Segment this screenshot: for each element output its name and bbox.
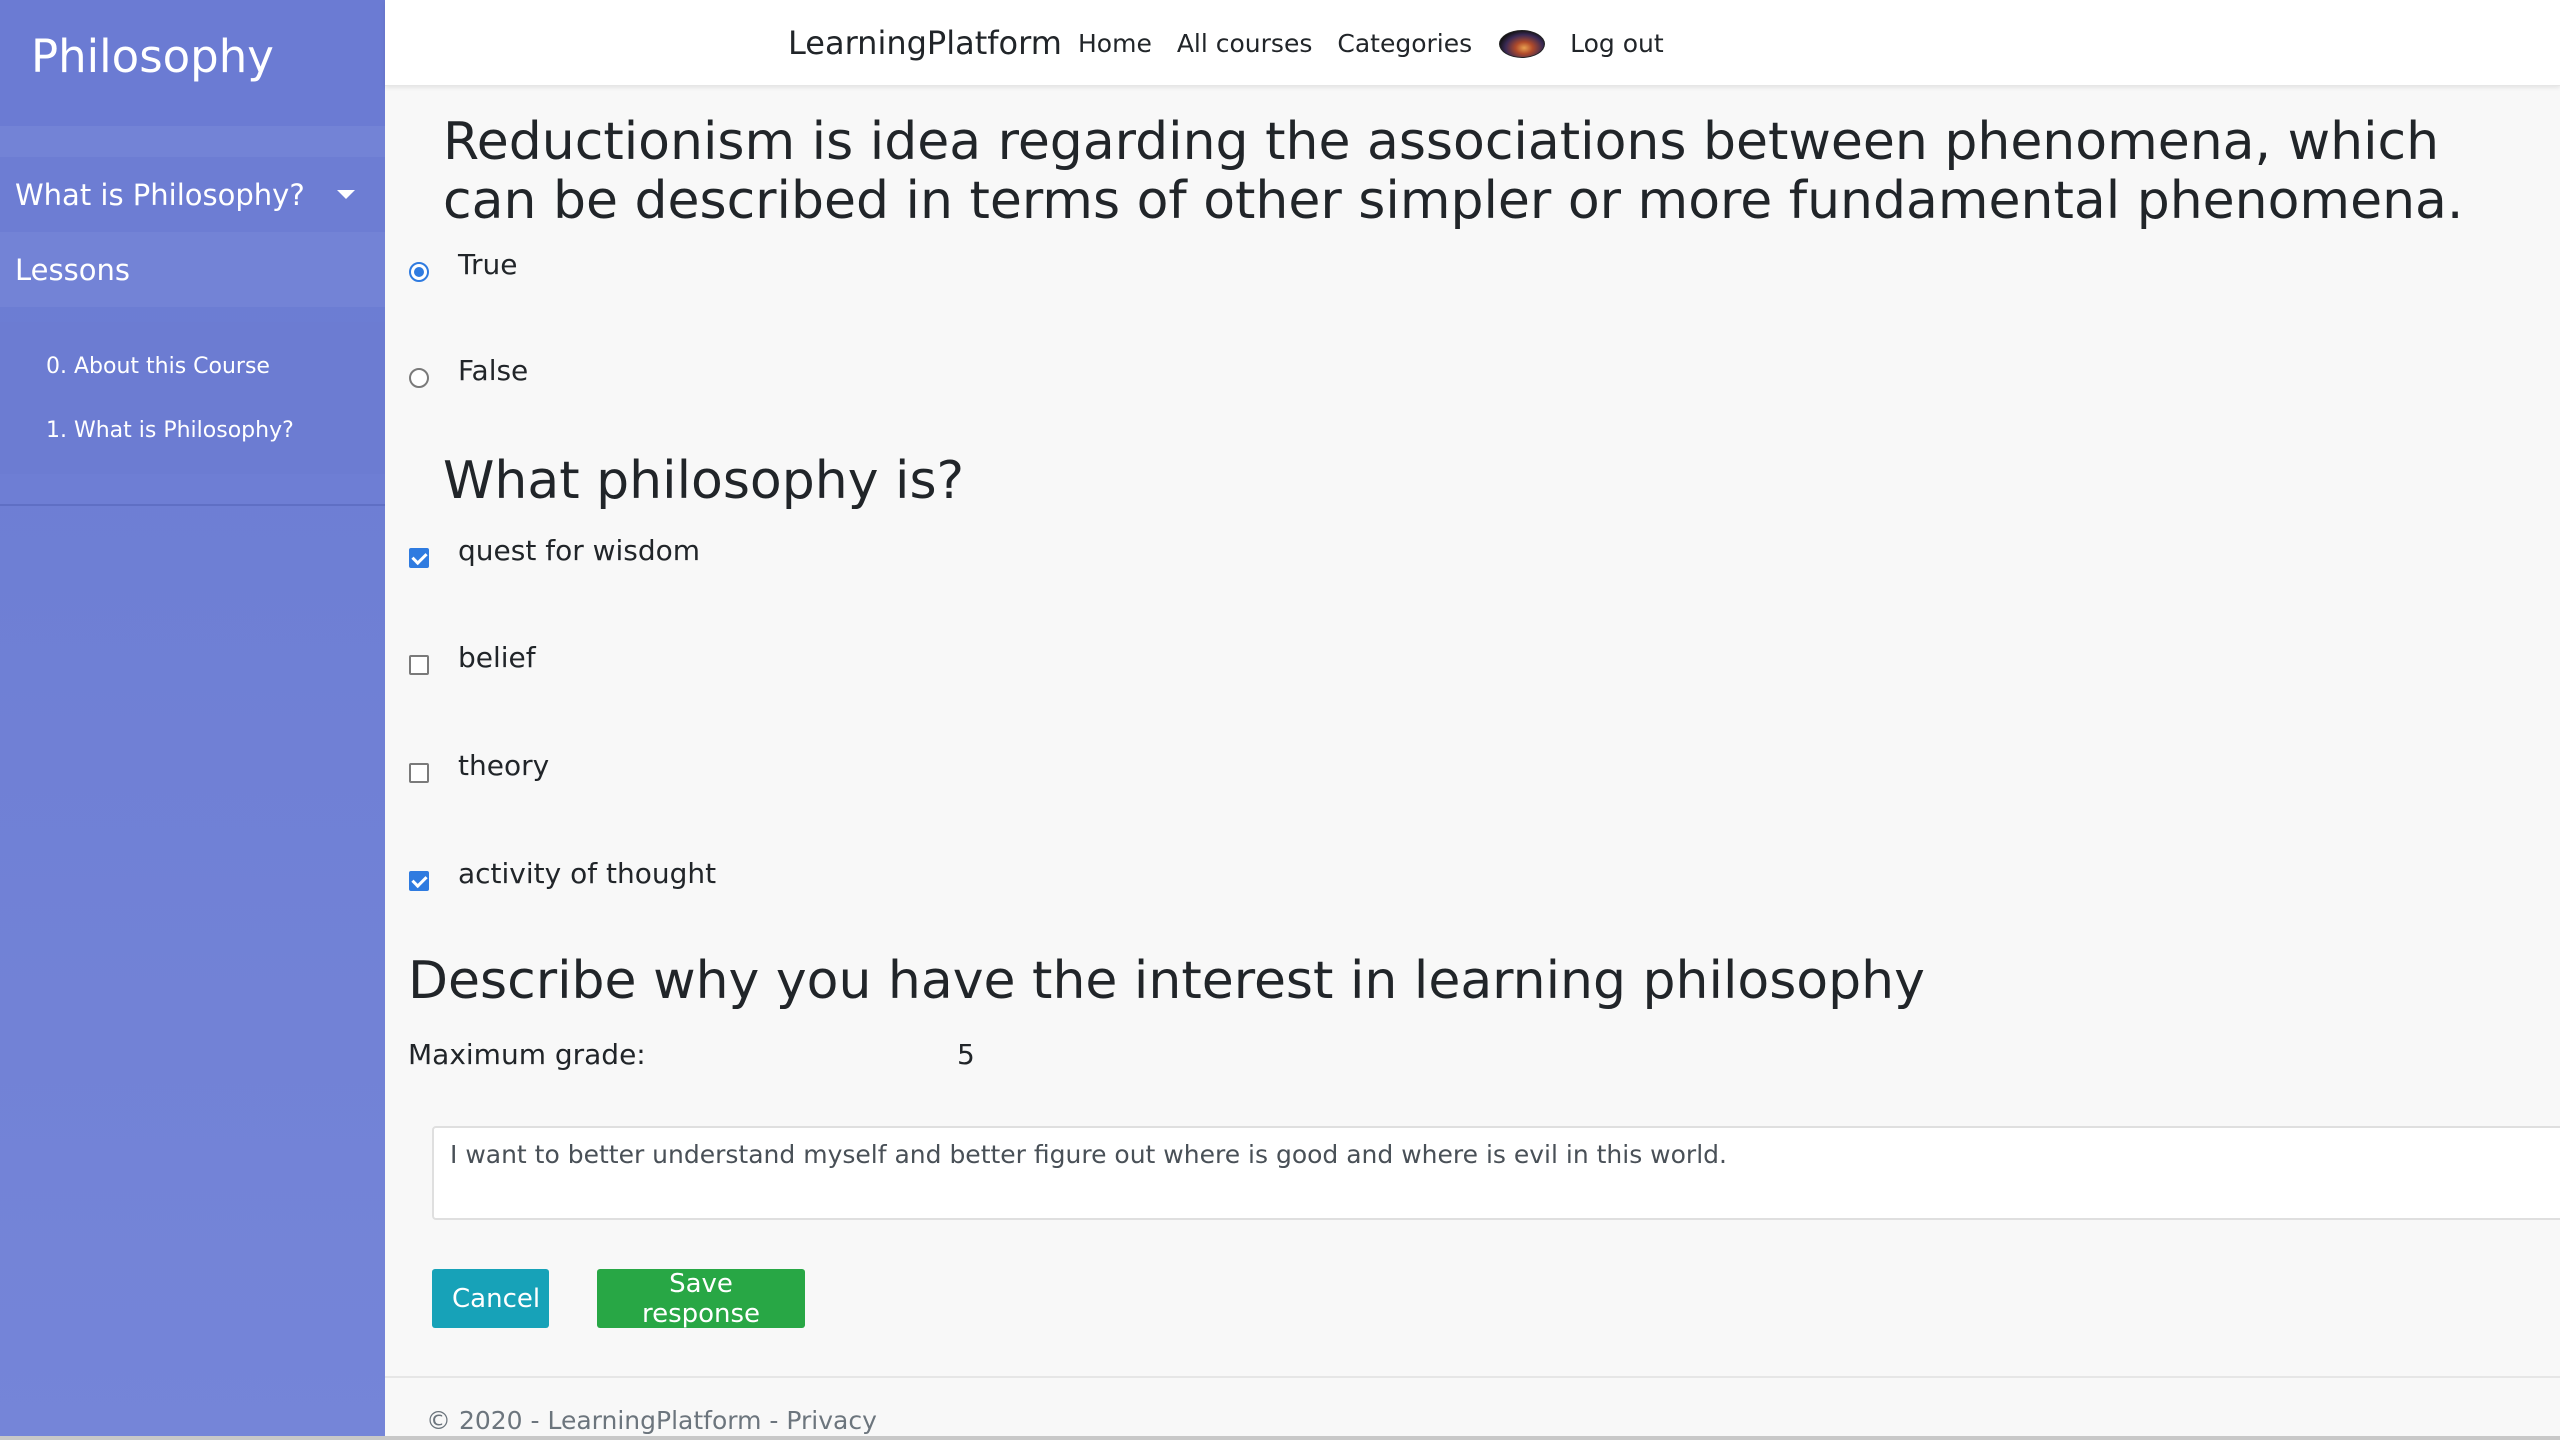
checkbox-theory[interactable] [409, 763, 429, 783]
q2-option-label: activity of thought [458, 857, 717, 890]
radio-false[interactable] [409, 368, 429, 388]
question-3-title: Describe why you have the interest in le… [408, 951, 1925, 1011]
lesson-list: 0. About this Course 1. What is Philosop… [0, 322, 385, 474]
q1-option-false[interactable]: False [409, 354, 528, 388]
checkbox-quest-for-wisdom[interactable] [409, 548, 429, 568]
q1-option-true[interactable]: True [409, 248, 517, 282]
q2-option-belief[interactable]: belief [409, 641, 536, 675]
privacy-link[interactable]: Privacy [786, 1406, 877, 1435]
sidebar-section: What is Philosophy? Lessons [0, 157, 385, 307]
nav-home[interactable]: Home [1078, 29, 1152, 58]
main-content: Reductionism is idea regarding the assoc… [385, 86, 2560, 1440]
user-avatar[interactable] [1499, 29, 1546, 58]
footer: © 2020 - LearningPlatform - Privacy [385, 1376, 2560, 1440]
q2-option-activity-of-thought[interactable]: activity of thought [409, 857, 716, 891]
q1-option-true-label: True [458, 248, 518, 281]
question-2-title: What philosophy is? [443, 451, 965, 511]
course-title: Philosophy [0, 0, 385, 126]
checkbox-activity-of-thought[interactable] [409, 871, 429, 891]
top-navbar: LearningPlatform Home All courses Catego… [385, 0, 2560, 86]
checkbox-belief[interactable] [409, 655, 429, 675]
sidebar-spacer [0, 126, 385, 157]
nav-all-courses[interactable]: All courses [1177, 29, 1313, 58]
radio-true[interactable] [409, 262, 429, 282]
q2-option-theory[interactable]: theory [409, 749, 549, 783]
section-dropdown-label: What is Philosophy? [15, 177, 305, 212]
q2-option-quest-for-wisdom[interactable]: quest for wisdom [409, 534, 700, 568]
lesson-item-about-course[interactable]: 0. About this Course [0, 334, 385, 398]
sidebar: Philosophy What is Philosophy? Lessons 0… [0, 0, 385, 1440]
brand-link[interactable]: LearningPlatform [788, 24, 1062, 62]
max-grade-value: 5 [957, 1038, 975, 1071]
response-textarea[interactable]: I want to better understand myself and b… [432, 1126, 2560, 1220]
section-dropdown[interactable]: What is Philosophy? [0, 157, 385, 232]
lesson-item-what-is-philosophy[interactable]: 1. What is Philosophy? [0, 398, 385, 462]
lessons-heading: Lessons [0, 232, 385, 307]
max-grade-label: Maximum grade: [408, 1038, 646, 1071]
q2-option-label: quest for wisdom [458, 534, 701, 567]
q2-option-label: theory [458, 749, 550, 782]
nav-logout[interactable]: Log out [1570, 29, 1664, 58]
question-1-title: Reductionism is idea regarding the assoc… [443, 112, 2464, 231]
caret-down-icon [337, 190, 355, 199]
cancel-button[interactable]: Cancel [432, 1269, 549, 1328]
footer-copyright: © 2020 - LearningPlatform - [426, 1406, 787, 1435]
save-response-button[interactable]: Save response [597, 1269, 805, 1329]
nav-categories[interactable]: Categories [1337, 29, 1472, 58]
window-bottom-border [0, 1436, 2560, 1440]
q2-option-label: belief [458, 641, 536, 674]
sidebar-divider [0, 504, 385, 506]
q1-option-false-label: False [458, 354, 529, 387]
nav-links: Home All courses Categories Log out [1078, 29, 1689, 58]
